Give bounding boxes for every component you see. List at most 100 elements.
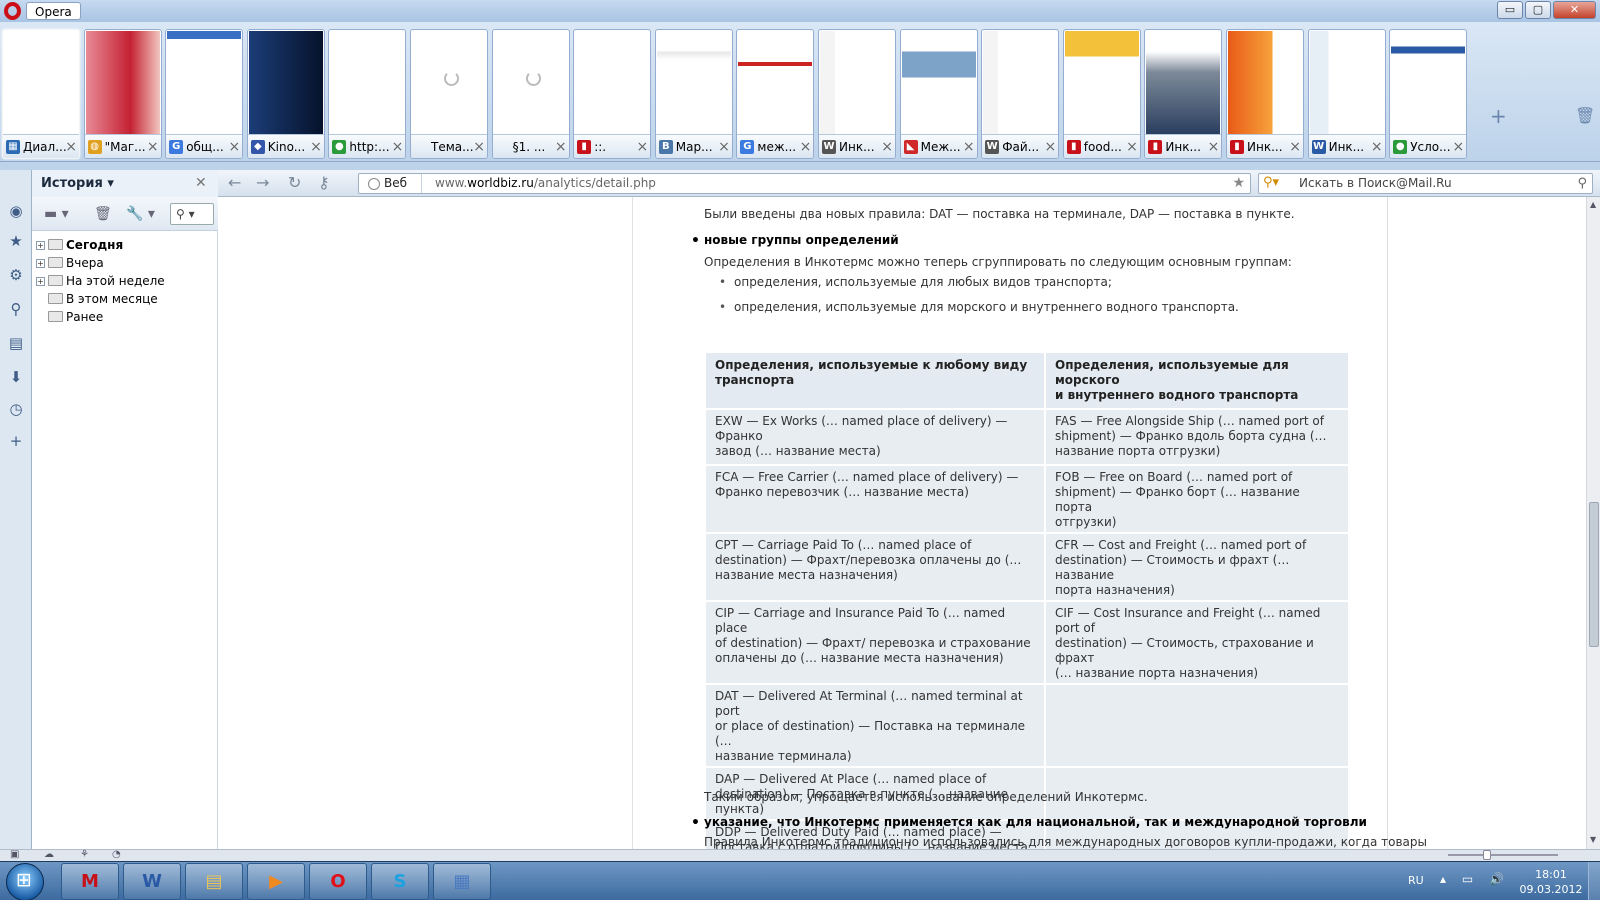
- opera-logo-icon[interactable]: [4, 2, 21, 20]
- tab-thumbnail[interactable]: [85, 31, 160, 134]
- delete-icon[interactable]: 🗑: [94, 206, 112, 222]
- tools-wrench-icon[interactable]: 🔧 ▾: [126, 206, 155, 222]
- tab-close-icon[interactable]: ×: [1126, 135, 1138, 158]
- scroll-down-icon[interactable]: ▼: [1590, 835, 1596, 844]
- site-info-badge[interactable]: Веб: [364, 174, 423, 193]
- tab-label-row[interactable]: ◆ Kino... ×: [247, 134, 324, 158]
- tab-label-row[interactable]: W Инк... ×: [1308, 134, 1385, 158]
- tab-label-row[interactable]: ▮ Инк... ×: [1227, 134, 1303, 158]
- back-icon[interactable]: ←: [228, 173, 241, 192]
- reload-icon[interactable]: ↻: [288, 173, 301, 192]
- forward-icon[interactable]: →: [256, 173, 269, 192]
- tab-label-row[interactable]: Gмеж... ×: [737, 134, 814, 158]
- tab-thumbnail[interactable]: [1391, 31, 1466, 134]
- trash-icon[interactable]: 🗑: [1575, 106, 1595, 125]
- tab-close-icon[interactable]: ×: [473, 135, 485, 158]
- tab-9[interactable]: B Мар... ×: [654, 29, 733, 159]
- tab-close-icon[interactable]: ×: [800, 135, 812, 158]
- bookmark-star-icon[interactable]: ★: [1232, 174, 1245, 193]
- language-indicator[interactable]: RU: [1408, 874, 1424, 887]
- tab-thumbnail[interactable]: [820, 31, 894, 134]
- tab-label-row[interactable]: ▮ Инк... ×: [1145, 134, 1222, 158]
- url-text[interactable]: www.worldbiz.ru/analytics/detail.php: [435, 174, 656, 193]
- tab-3[interactable]: Gобщ... ×: [165, 29, 244, 159]
- tab-close-icon[interactable]: ×: [392, 135, 404, 158]
- tab-12[interactable]: ◣ Меж... ×: [899, 29, 978, 159]
- tab-14[interactable]: ▮ food... ×: [1062, 29, 1141, 159]
- explorer-folder-icon[interactable]: ▤: [185, 863, 243, 900]
- show-desktop-button[interactable]: [1588, 862, 1600, 900]
- tab-label-row[interactable]: ▦ Диал... ×: [3, 134, 79, 158]
- close-window-button[interactable]: ✕: [1553, 1, 1596, 19]
- scroll-up-icon[interactable]: ▲: [1590, 200, 1596, 209]
- folder-icon[interactable]: ▬ ▾: [44, 206, 69, 222]
- history-tree-item[interactable]: + Вчера: [36, 254, 104, 272]
- tab-thumbnail[interactable]: [4, 31, 78, 134]
- tab-close-icon[interactable]: ×: [1044, 135, 1056, 158]
- word-app-icon[interactable]: W: [123, 863, 181, 900]
- tab-label-row[interactable]: ▮::. ×: [574, 134, 651, 158]
- tab-close-icon[interactable]: ×: [636, 135, 648, 158]
- tab-label-row[interactable]: §1. ... ×: [492, 134, 569, 158]
- tab-13[interactable]: W Фай... ×: [981, 29, 1060, 159]
- turbo-icon[interactable]: ⚘: [80, 849, 89, 860]
- tab-thumbnail[interactable]: [412, 31, 486, 134]
- tab-label-row[interactable]: ◍ "Маг... ×: [84, 134, 161, 158]
- tab-thumbnail[interactable]: [656, 31, 731, 134]
- tab-8[interactable]: ▮::. ×: [573, 29, 652, 159]
- add-panel-icon[interactable]: +: [7, 432, 25, 450]
- skype-app-icon[interactable]: S: [371, 863, 429, 900]
- new-tab-icon[interactable]: +: [1490, 104, 1507, 128]
- tab-thumbnail[interactable]: [493, 31, 568, 134]
- search-field[interactable]: ⚲▾ Искать в Поиск@Mail.Ru ⚲: [1258, 173, 1593, 194]
- tab-label-row[interactable]: Gобщ... ×: [166, 134, 243, 158]
- expand-icon[interactable]: +: [36, 241, 45, 250]
- tab-thumbnail[interactable]: [983, 31, 1058, 134]
- tab-close-icon[interactable]: ×: [555, 135, 567, 158]
- expand-icon[interactable]: +: [36, 277, 45, 286]
- zoom-slider[interactable]: [1448, 854, 1558, 856]
- tab-thumbnail[interactable]: [1228, 31, 1302, 134]
- sidebar-close-icon[interactable]: ✕: [195, 175, 207, 191]
- tab-5[interactable]: ● http:... ×: [328, 29, 407, 159]
- tab-thumbnail[interactable]: [575, 31, 650, 134]
- clock[interactable]: 18:01 09.03.2012: [1516, 867, 1586, 897]
- tab-thumbnail[interactable]: [1064, 31, 1139, 134]
- tab-2[interactable]: ◍ "Маг... ×: [83, 29, 162, 159]
- tab-close-icon[interactable]: ×: [228, 135, 240, 158]
- malware-app-icon[interactable]: M: [61, 863, 119, 900]
- tab-1[interactable]: ▦ Диал... ×: [2, 29, 80, 159]
- tab-17[interactable]: W Инк... ×: [1307, 29, 1386, 159]
- vertical-scrollbar[interactable]: ▲ ▼: [1586, 197, 1600, 849]
- tab-close-icon[interactable]: ×: [1208, 135, 1220, 158]
- tab-label-row[interactable]: ● http:... ×: [329, 134, 406, 158]
- tab-18[interactable]: ● Усло... ×: [1389, 29, 1468, 159]
- app-menu-button[interactable]: Opera: [26, 2, 81, 20]
- tab-label-row[interactable]: ◣ Меж... ×: [900, 134, 977, 158]
- tab-label-row[interactable]: W Фай... ×: [982, 134, 1059, 158]
- tab-10[interactable]: Gмеж... ×: [736, 29, 815, 159]
- tab-close-icon[interactable]: ×: [147, 135, 159, 158]
- minimize-button[interactable]: ▭: [1497, 1, 1523, 19]
- panel-toggle-icon[interactable]: ▣: [10, 849, 19, 860]
- tab-thumbnail[interactable]: [167, 31, 242, 134]
- tab-close-icon[interactable]: ×: [881, 135, 893, 158]
- mail-icon[interactable]: ◉: [7, 202, 25, 220]
- tab-close-icon[interactable]: ×: [718, 135, 730, 158]
- tab-close-icon[interactable]: ×: [65, 135, 77, 158]
- history-tree-item[interactable]: В этом месяце: [36, 290, 158, 308]
- tab-label-row[interactable]: Тема... ×: [411, 134, 487, 158]
- tray-icons[interactable]: ▴ ▭ 🔊: [1440, 872, 1510, 886]
- tab-thumbnail[interactable]: [1309, 31, 1384, 134]
- search-icon[interactable]: ⚲: [1577, 174, 1587, 193]
- tab-15[interactable]: ▮ Инк... ×: [1144, 29, 1223, 159]
- tab-thumbnail[interactable]: [901, 31, 976, 134]
- search-engine-icon[interactable]: ⚲▾: [1263, 175, 1279, 190]
- tab-7[interactable]: §1. ... ×: [491, 29, 570, 159]
- tab-close-icon[interactable]: ×: [963, 135, 975, 158]
- speed-icon[interactable]: ◔: [112, 849, 121, 860]
- start-button[interactable]: [6, 863, 44, 900]
- tab-11[interactable]: W Инк... ×: [818, 29, 896, 159]
- notes-icon[interactable]: ▤: [7, 334, 25, 352]
- tab-6[interactable]: Тема... ×: [410, 29, 488, 159]
